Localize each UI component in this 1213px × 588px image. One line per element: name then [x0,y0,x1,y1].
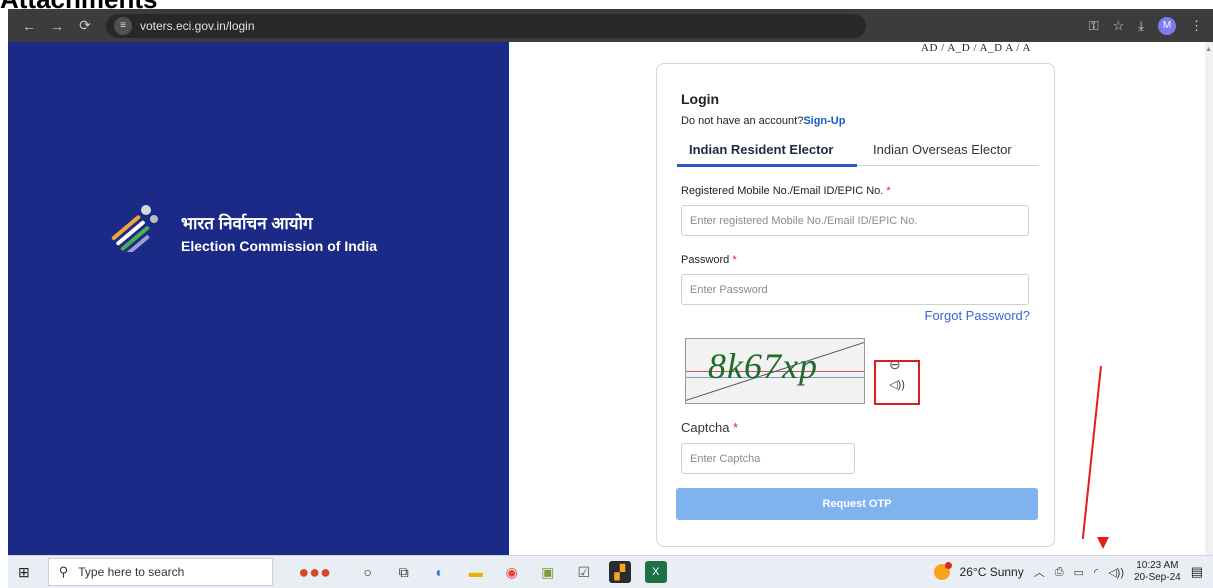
signup-prompt: Do not have an account?Sign-Up [681,115,845,127]
weather-sun-icon[interactable] [933,562,952,580]
page-scrollbar[interactable]: ▲ [1205,42,1213,555]
mobile-label-text: Registered Mobile No./Email ID/EPIC No. [681,185,884,197]
image-viewer-icon[interactable]: ▣ [537,561,559,583]
request-otp-button[interactable]: Request OTP [676,488,1038,520]
tab-resident-elector[interactable]: Indian Resident Elector [689,142,833,157]
login-page-area: AD / A_D / A_D A / A ▲ Login Do not have… [509,42,1213,555]
fruit-app-icon[interactable]: ●●● [287,561,343,583]
check-app-icon[interactable]: ☑ [573,561,595,583]
clock-date: 20-Sep-24 [1134,572,1181,583]
taskbar-search-placeholder: Type here to search [78,565,185,579]
captcha-label-text: Captcha [681,420,730,435]
reload-icon[interactable]: ⟳ [74,15,96,37]
address-bar[interactable]: ≡ voters.eci.gov.in/login [106,13,866,38]
browser-menu-icon[interactable]: ⋮ [1190,18,1203,34]
battery-icon[interactable]: ▭ [1074,566,1084,579]
system-tray: 26°C Sunny ︿ ⎙ ▭ ◜ ◁)) 10:23 AM 20-Sep-2… [933,560,1203,584]
profile-avatar[interactable]: M [1158,16,1176,35]
required-mark: * [732,254,737,266]
password-key-icon[interactable]: ⚿ [1089,18,1099,34]
signup-link[interactable]: Sign-Up [803,115,845,127]
captcha-input[interactable] [681,443,855,474]
speaker-icon[interactable]: ◁)) [889,378,905,391]
windows-taskbar: ⊞ ⚲ Type here to search ●●● ○ ⧉ ◐ ▬ ◉ ▣ … [8,555,1213,588]
file-explorer-icon[interactable]: ▬ [465,561,487,583]
weather-alert-dot [944,562,952,569]
bookmark-star-icon[interactable]: ☆ [1113,18,1125,34]
scroll-up-arrow-icon[interactable]: ▲ [1205,46,1212,53]
tab-overseas-elector[interactable]: Indian Overseas Elector [873,142,1012,157]
captcha-text: 8k67xp [708,346,818,386]
excel-icon[interactable]: X [644,561,667,583]
tray-device-icon[interactable]: ⎙ [1055,566,1064,579]
search-icon: ⚲ [58,564,69,579]
edge-browser-icon[interactable]: ◐ [429,561,451,583]
screenshot-frame: Attachments ← → ⟳ ≡ voters.eci.gov.in/lo… [0,0,1213,588]
url-text: voters.eci.gov.in/login [140,18,255,33]
tray-chevron-up-icon[interactable]: ︿ [1034,564,1045,580]
login-card: Login Do not have an account?Sign-Up Ind… [656,63,1055,547]
no-account-text: Do not have an account? [681,115,804,127]
captcha-image: 8k67xp [685,338,865,404]
brand-hindi-name: भारत निर्वाचन आयोग [181,214,313,233]
clock-time: 10:23 AM [1136,560,1179,571]
wifi-icon[interactable]: ◜ [1094,566,1098,579]
login-title: Login [681,91,720,107]
annotation-arrow-head [1097,537,1109,549]
task-view-icon[interactable]: ⧉ [393,561,415,583]
active-tab-indicator [677,164,857,167]
captcha-audio-highlight[interactable]: ◁)) [874,360,920,405]
eci-logo-icon [111,205,158,252]
brand-panel: भारत निर्वाचन आयोग Election Commission o… [8,42,509,555]
windows-start-icon[interactable]: ⊞ [18,564,30,581]
weather-text[interactable]: 26°C Sunny [960,565,1024,579]
brand-english-name: Election Commission of India [181,238,378,254]
taskbar-search[interactable]: ⚲ Type here to search [47,558,273,586]
font-size-strip[interactable]: AD / A_D / A_D A / A [921,42,1031,54]
browser-toolbar: ← → ⟳ ≡ voters.eci.gov.in/login ⚿ ☆ ⤓ M … [8,9,1213,42]
sticky-app-icon[interactable]: ▞ [608,561,631,583]
password-input[interactable] [681,274,1029,305]
site-settings-icon[interactable]: ≡ [114,16,132,35]
mobile-field-label: Registered Mobile No./Email ID/EPIC No. … [681,185,891,197]
pinned-apps: ●●● ○ ⧉ ◐ ▬ ◉ ▣ ☑ ▞ X [287,561,667,583]
taskbar-clock[interactable]: 10:23 AM 20-Sep-24 [1134,560,1181,584]
back-arrow-icon[interactable]: ← [18,15,40,37]
captcha-field-label: Captcha * [681,420,738,435]
notification-center-icon[interactable]: ▤ [1191,564,1203,580]
volume-icon[interactable]: ◁)) [1108,566,1124,579]
password-field-label: Password * [681,254,737,266]
cortana-circle-icon[interactable]: ○ [357,561,379,583]
forgot-password-link[interactable]: Forgot Password? [925,308,1031,323]
forward-arrow-icon[interactable]: → [46,15,68,37]
required-mark: * [733,420,739,435]
required-mark: * [886,185,891,197]
mobile-email-epic-input[interactable] [681,205,1029,236]
browser-actions: ⚿ ☆ ⤓ M ⋮ [1089,16,1203,35]
password-label-text: Password [681,254,730,266]
chrome-browser-icon[interactable]: ◉ [501,561,523,583]
download-icon[interactable]: ⤓ [1138,18,1144,34]
elector-tabs: Indian Resident Elector Indian Overseas … [677,138,1039,167]
